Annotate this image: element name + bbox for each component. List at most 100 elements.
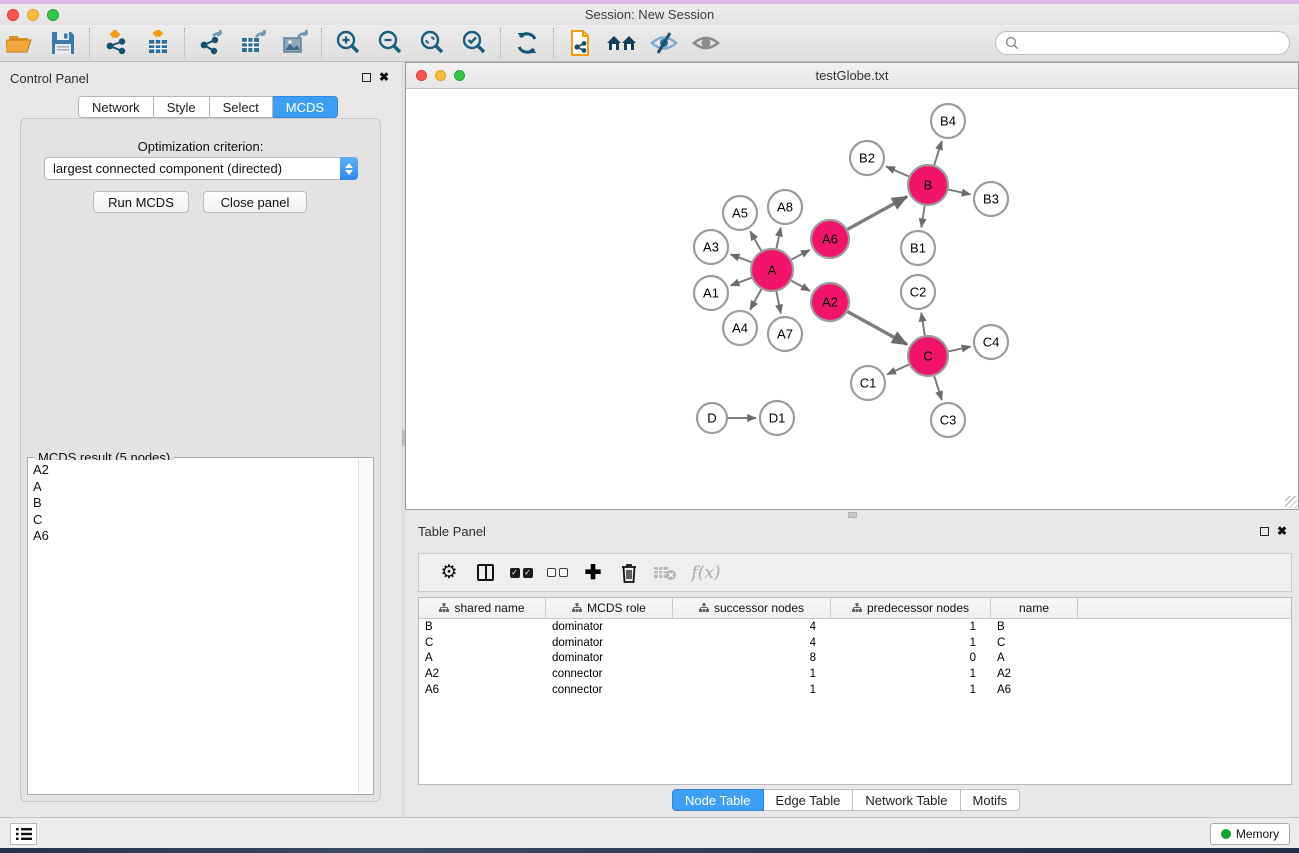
edge-A-A6[interactable] <box>791 250 809 260</box>
cell-name[interactable]: A <box>991 652 1078 664</box>
edge-A2-C[interactable] <box>848 312 907 345</box>
cell-MCDS-role[interactable]: dominator <box>546 652 673 664</box>
cell-shared-name[interactable]: A2 <box>419 668 546 680</box>
mcds-result-item[interactable]: A6 <box>33 528 357 545</box>
horizontal-splitter[interactable] <box>405 510 1299 520</box>
edge-A-A8[interactable] <box>776 228 780 249</box>
tab-motifs[interactable]: Motifs <box>961 789 1021 811</box>
delete-table-button[interactable] <box>647 565 683 581</box>
cell-shared-name[interactable]: A <box>419 652 546 664</box>
run-mcds-button[interactable]: Run MCDS <box>93 191 189 213</box>
mcds-result-item[interactable]: C <box>33 512 357 529</box>
result-scrollbar[interactable] <box>358 459 372 793</box>
delete-column-button[interactable] <box>611 562 647 584</box>
open-session-button[interactable] <box>3 27 39 59</box>
cell-successor-nodes[interactable]: 4 <box>673 637 831 649</box>
cell-successor-nodes[interactable]: 8 <box>673 652 831 664</box>
zoom-fit-button[interactable] <box>414 27 450 59</box>
apply-layout-button[interactable] <box>509 27 545 59</box>
float-panel-icon[interactable] <box>362 73 371 82</box>
cell-MCDS-role[interactable]: dominator <box>546 637 673 649</box>
edge-C-C4[interactable] <box>948 347 970 352</box>
cell-name[interactable]: C <box>991 637 1078 649</box>
function-builder-button[interactable]: f(x) <box>683 563 729 583</box>
table-row[interactable]: A6connector11A6 <box>419 682 1291 698</box>
column-header-name[interactable]: name <box>991 598 1078 618</box>
cell-shared-name[interactable]: C <box>419 637 546 649</box>
mcds-result-item[interactable]: B <box>33 495 357 512</box>
cell-MCDS-role[interactable]: connector <box>546 684 673 696</box>
task-history-button[interactable] <box>10 823 37 845</box>
close-panel-icon[interactable]: ✖ <box>379 72 389 82</box>
export-network-button[interactable] <box>193 27 229 59</box>
edge-A-A2[interactable] <box>791 281 810 291</box>
tab-node-table[interactable]: Node Table <box>672 789 764 811</box>
cell-predecessor-nodes[interactable]: 1 <box>831 637 991 649</box>
zoom-out-button[interactable] <box>372 27 408 59</box>
memory-button[interactable]: Memory <box>1210 823 1290 845</box>
column-header-MCDS-role[interactable]: MCDS role <box>546 598 673 618</box>
edge-B-B3[interactable] <box>948 190 970 195</box>
network-graph[interactable]: B4B2BB3A5A8A6A3B1AA1C2A2A4A7C4CC1DD1C3 <box>406 89 1298 509</box>
hide-selected-button[interactable] <box>646 27 682 59</box>
cell-predecessor-nodes[interactable]: 1 <box>831 684 991 696</box>
tab-select[interactable]: Select <box>210 96 273 118</box>
edge-A-A3[interactable] <box>731 254 752 262</box>
network-window-titlebar[interactable]: testGlobe.txt <box>406 63 1298 89</box>
close-table-panel-icon[interactable]: ✖ <box>1277 526 1287 536</box>
import-table-button[interactable] <box>140 27 176 59</box>
edge-A-A7[interactable] <box>776 292 780 314</box>
cell-name[interactable]: B <box>991 621 1078 633</box>
cell-name[interactable]: A2 <box>991 668 1078 680</box>
tab-style[interactable]: Style <box>154 96 210 118</box>
create-column-button[interactable]: ✚ <box>575 560 611 585</box>
tab-edge-table[interactable]: Edge Table <box>764 789 854 811</box>
mcds-result-item[interactable]: A2 <box>33 462 357 479</box>
select-all-button[interactable]: ✓✓ <box>503 568 539 578</box>
cell-name[interactable]: A6 <box>991 684 1078 696</box>
search-field[interactable] <box>995 31 1290 55</box>
edge-C-C1[interactable] <box>887 365 909 375</box>
edge-A6-B[interactable] <box>848 197 907 230</box>
tab-mcds[interactable]: MCDS <box>273 96 338 118</box>
table-row[interactable]: Adominator80A <box>419 650 1291 666</box>
save-session-button[interactable] <box>45 27 81 59</box>
column-header-predecessor-nodes[interactable]: predecessor nodes <box>831 598 991 618</box>
edge-A-A1[interactable] <box>731 278 752 286</box>
edge-B-B2[interactable] <box>886 166 909 176</box>
optimization-criterion-select[interactable]: largest connected component (directed) <box>44 157 358 180</box>
deselect-all-button[interactable] <box>539 568 575 577</box>
show-column-button[interactable] <box>467 564 503 581</box>
mcds-result-list[interactable]: A2ABCA6 <box>29 460 357 793</box>
cell-MCDS-role[interactable]: connector <box>546 668 673 680</box>
edge-A-A4[interactable] <box>750 289 761 309</box>
cell-predecessor-nodes[interactable]: 0 <box>831 652 991 664</box>
export-table-button[interactable] <box>235 27 271 59</box>
cell-successor-nodes[interactable]: 1 <box>673 668 831 680</box>
cell-successor-nodes[interactable]: 4 <box>673 621 831 633</box>
table-options-button[interactable]: ⚙ <box>431 561 467 584</box>
cell-predecessor-nodes[interactable]: 1 <box>831 621 991 633</box>
resize-grip[interactable] <box>1285 496 1297 508</box>
show-all-button[interactable] <box>688 27 724 59</box>
float-table-panel-icon[interactable] <box>1260 527 1269 536</box>
table-row[interactable]: Cdominator41C <box>419 635 1291 651</box>
zoom-in-button[interactable] <box>330 27 366 59</box>
edge-A-A5[interactable] <box>750 231 761 251</box>
cell-successor-nodes[interactable]: 1 <box>673 684 831 696</box>
table-row[interactable]: Bdominator41B <box>419 619 1291 635</box>
zoom-selected-button[interactable] <box>456 27 492 59</box>
export-image-button[interactable] <box>277 27 313 59</box>
mcds-result-item[interactable]: A <box>33 479 357 496</box>
clone-network-button[interactable] <box>562 27 598 59</box>
tab-network-table[interactable]: Network Table <box>853 789 960 811</box>
first-neighbors-button[interactable] <box>604 27 640 59</box>
cell-shared-name[interactable]: B <box>419 621 546 633</box>
import-network-button[interactable] <box>98 27 134 59</box>
column-header-shared-name[interactable]: shared name <box>419 598 546 618</box>
edge-C-C2[interactable] <box>921 313 925 336</box>
edge-B-B1[interactable] <box>921 206 924 228</box>
cell-shared-name[interactable]: A6 <box>419 684 546 696</box>
cell-MCDS-role[interactable]: dominator <box>546 621 673 633</box>
edge-C-C3[interactable] <box>934 376 941 400</box>
